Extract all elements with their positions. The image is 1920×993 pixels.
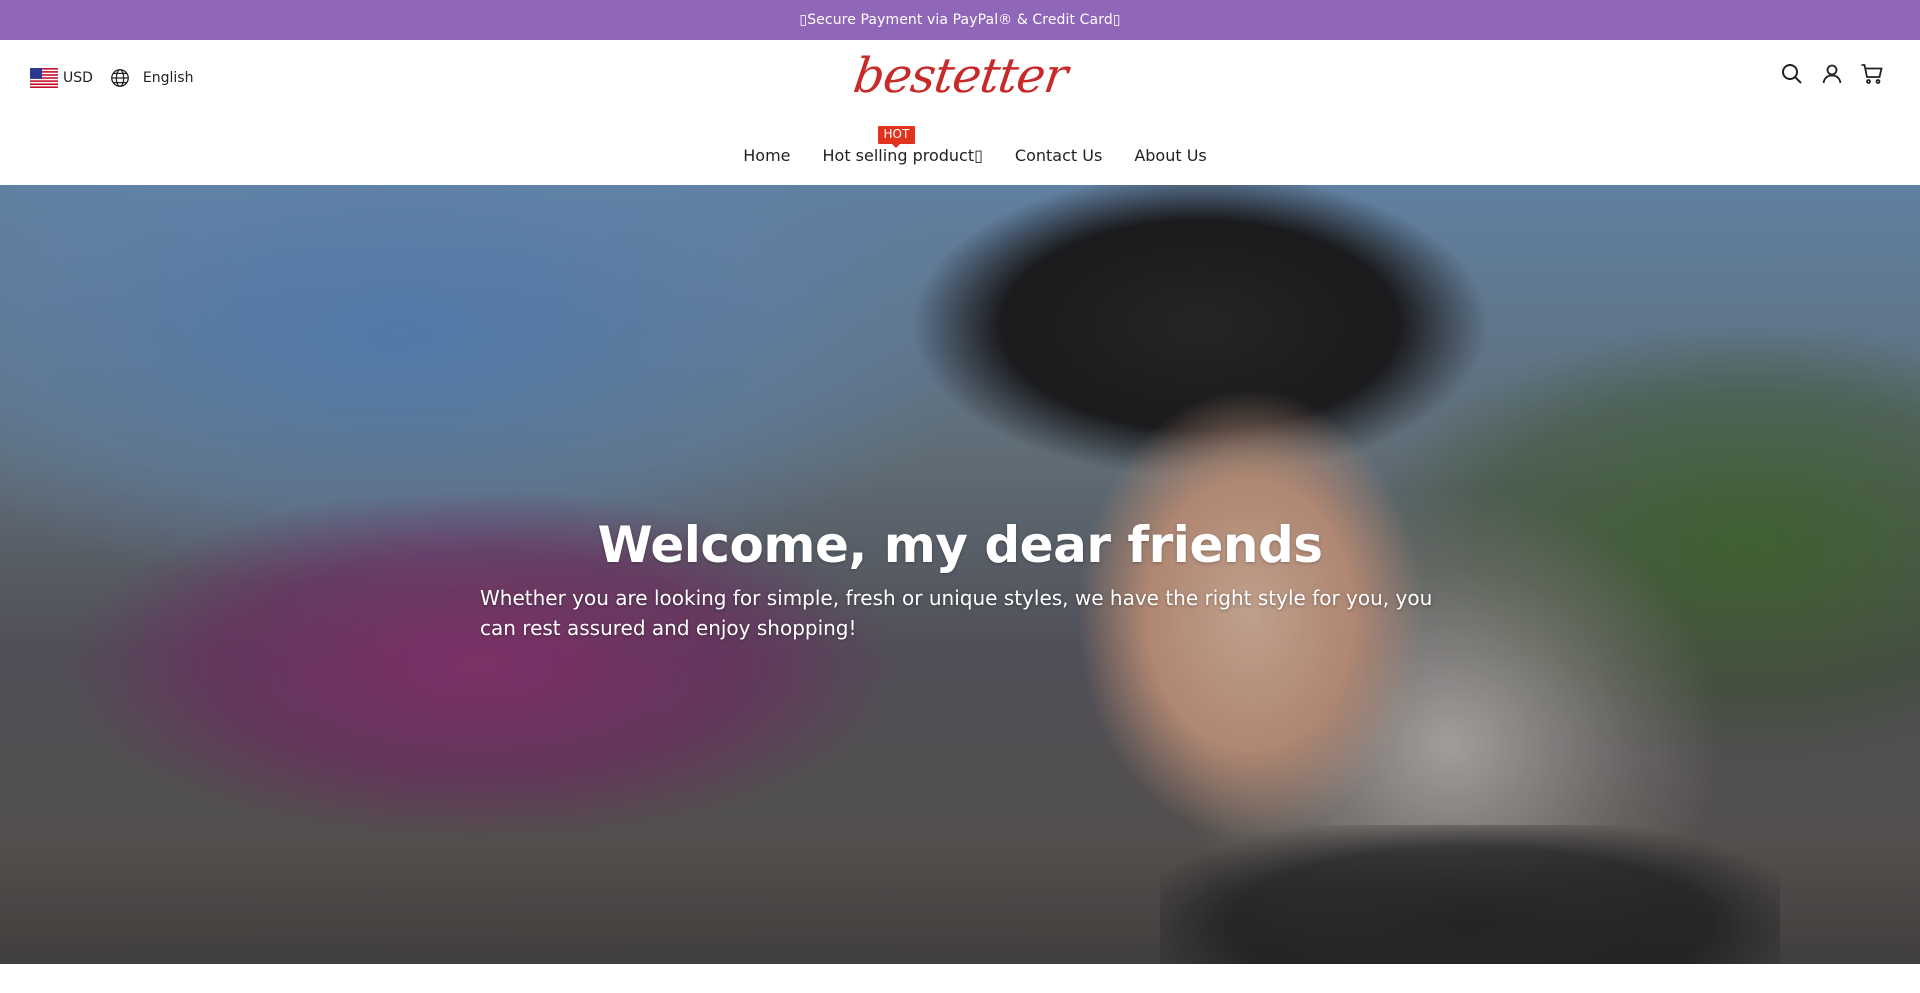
currency-label: USD <box>63 70 93 86</box>
main-nav: Home HOT Hot selling product▯ Contact Us… <box>0 125 1920 175</box>
cart-icon <box>1861 64 1883 84</box>
hero-subtitle: Whether you are looking for simple, fres… <box>480 586 1433 640</box>
language-selector[interactable]: English <box>109 67 194 89</box>
currency-selector[interactable]: USD <box>30 68 93 88</box>
announcement-bar: ▯Secure Payment via PayPal® & Credit Car… <box>0 0 1920 40</box>
hero-title: Welcome, my dear friends <box>597 516 1323 574</box>
locale-selector: USD English <box>30 64 193 92</box>
cart-button[interactable] <box>1860 62 1884 86</box>
nav-item-contact-us[interactable]: Contact Us <box>1015 146 1102 165</box>
site-header: USD English bestetter Home HOT Hot selli… <box>0 40 1920 185</box>
nav-item-home[interactable]: Home <box>743 146 790 165</box>
nav-item-label: Hot selling product▯ <box>822 145 983 165</box>
nav-item-hot-selling-product[interactable]: HOT Hot selling product▯ <box>822 125 983 165</box>
us-flag-icon <box>30 68 58 88</box>
globe-icon <box>111 69 129 87</box>
brand-logo[interactable]: bestetter <box>850 45 1070 107</box>
search-icon <box>1782 64 1802 84</box>
hero-content: Welcome, my dear friends Whether you are… <box>480 515 1440 643</box>
account-icon <box>1822 64 1842 84</box>
logo-text: bestetter <box>849 48 1071 104</box>
language-label: English <box>142 70 194 86</box>
nav-item-about-us[interactable]: About Us <box>1134 146 1206 165</box>
utility-icons <box>1780 62 1884 86</box>
search-button[interactable] <box>1780 62 1804 86</box>
hero-banner[interactable]: Welcome, my dear friends Whether you are… <box>0 185 1920 964</box>
hot-badge: HOT <box>877 125 916 148</box>
account-button[interactable] <box>1820 62 1844 86</box>
announcement-text: ▯Secure Payment via PayPal® & Credit Car… <box>799 12 1121 28</box>
